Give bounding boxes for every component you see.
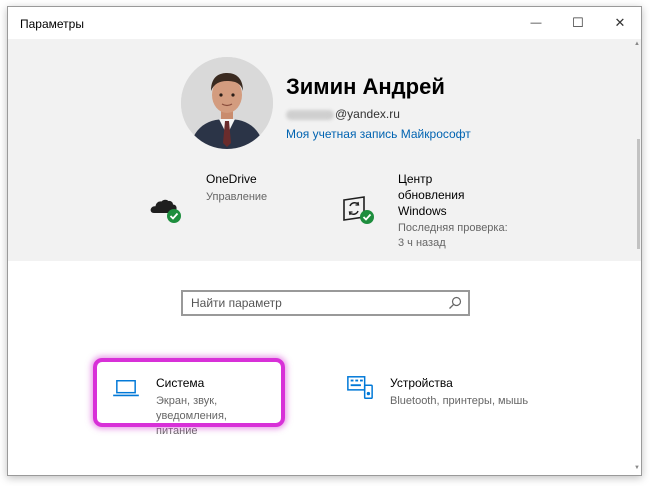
category-devices[interactable]: Устройства Bluetooth, принтеры, мышь — [344, 372, 544, 428]
close-icon: ✕ — [614, 15, 626, 30]
windows-update-tile[interactable]: Центр обновления Windows Последняя прове… — [340, 171, 520, 257]
email-domain: @yandex.ru — [335, 107, 400, 121]
check-badge-icon — [360, 210, 374, 224]
microsoft-account-link[interactable]: Моя учетная запись Майкрософт — [286, 127, 471, 141]
devices-icon — [347, 376, 373, 400]
title-bar: Параметры — ☐ ✕ — [8, 7, 641, 39]
scroll-down-icon[interactable]: ▼ — [633, 465, 641, 473]
check-badge-icon — [167, 209, 181, 223]
user-name: Зимин Андрей — [286, 74, 445, 99]
minimize-icon: — — [530, 17, 542, 29]
scroll-thumb[interactable] — [637, 139, 640, 249]
scroll-up-icon[interactable]: ▲ — [633, 41, 641, 49]
update-subtitle: Последняя проверка: 3 ч назад — [398, 222, 508, 249]
update-title: Центр обновления Windows — [398, 172, 465, 218]
account-header: Зимин Андрей @yandex.ru Моя учетная запи… — [8, 39, 641, 261]
minimize-button[interactable]: — — [515, 7, 557, 39]
window-title: Параметры — [20, 17, 84, 31]
search-input[interactable]: Найти параметр — [181, 290, 470, 316]
user-email: @yandex.ru — [286, 107, 400, 121]
maximize-icon: ☐ — [572, 15, 584, 30]
onedrive-subtitle: Управление — [206, 191, 268, 203]
avatar — [181, 57, 273, 149]
highlight-annotation — [93, 358, 285, 427]
windows-update-icon — [343, 196, 374, 224]
scrollbar[interactable]: ▲ ▼ — [633, 39, 641, 475]
search-icon[interactable] — [448, 296, 462, 310]
onedrive-tile[interactable]: OneDrive Управление — [148, 171, 298, 231]
category-devices-desc: Bluetooth, принтеры, мышь — [390, 395, 529, 407]
close-button[interactable]: ✕ — [599, 7, 641, 39]
user-photo-icon — [181, 57, 273, 149]
maximize-button[interactable]: ☐ — [557, 7, 599, 39]
email-redaction — [286, 109, 334, 120]
search-placeholder: Найти параметр — [191, 296, 282, 310]
onedrive-cloud-icon — [150, 199, 181, 223]
onedrive-title: OneDrive — [206, 172, 257, 186]
category-devices-title: Устройства — [390, 376, 453, 390]
